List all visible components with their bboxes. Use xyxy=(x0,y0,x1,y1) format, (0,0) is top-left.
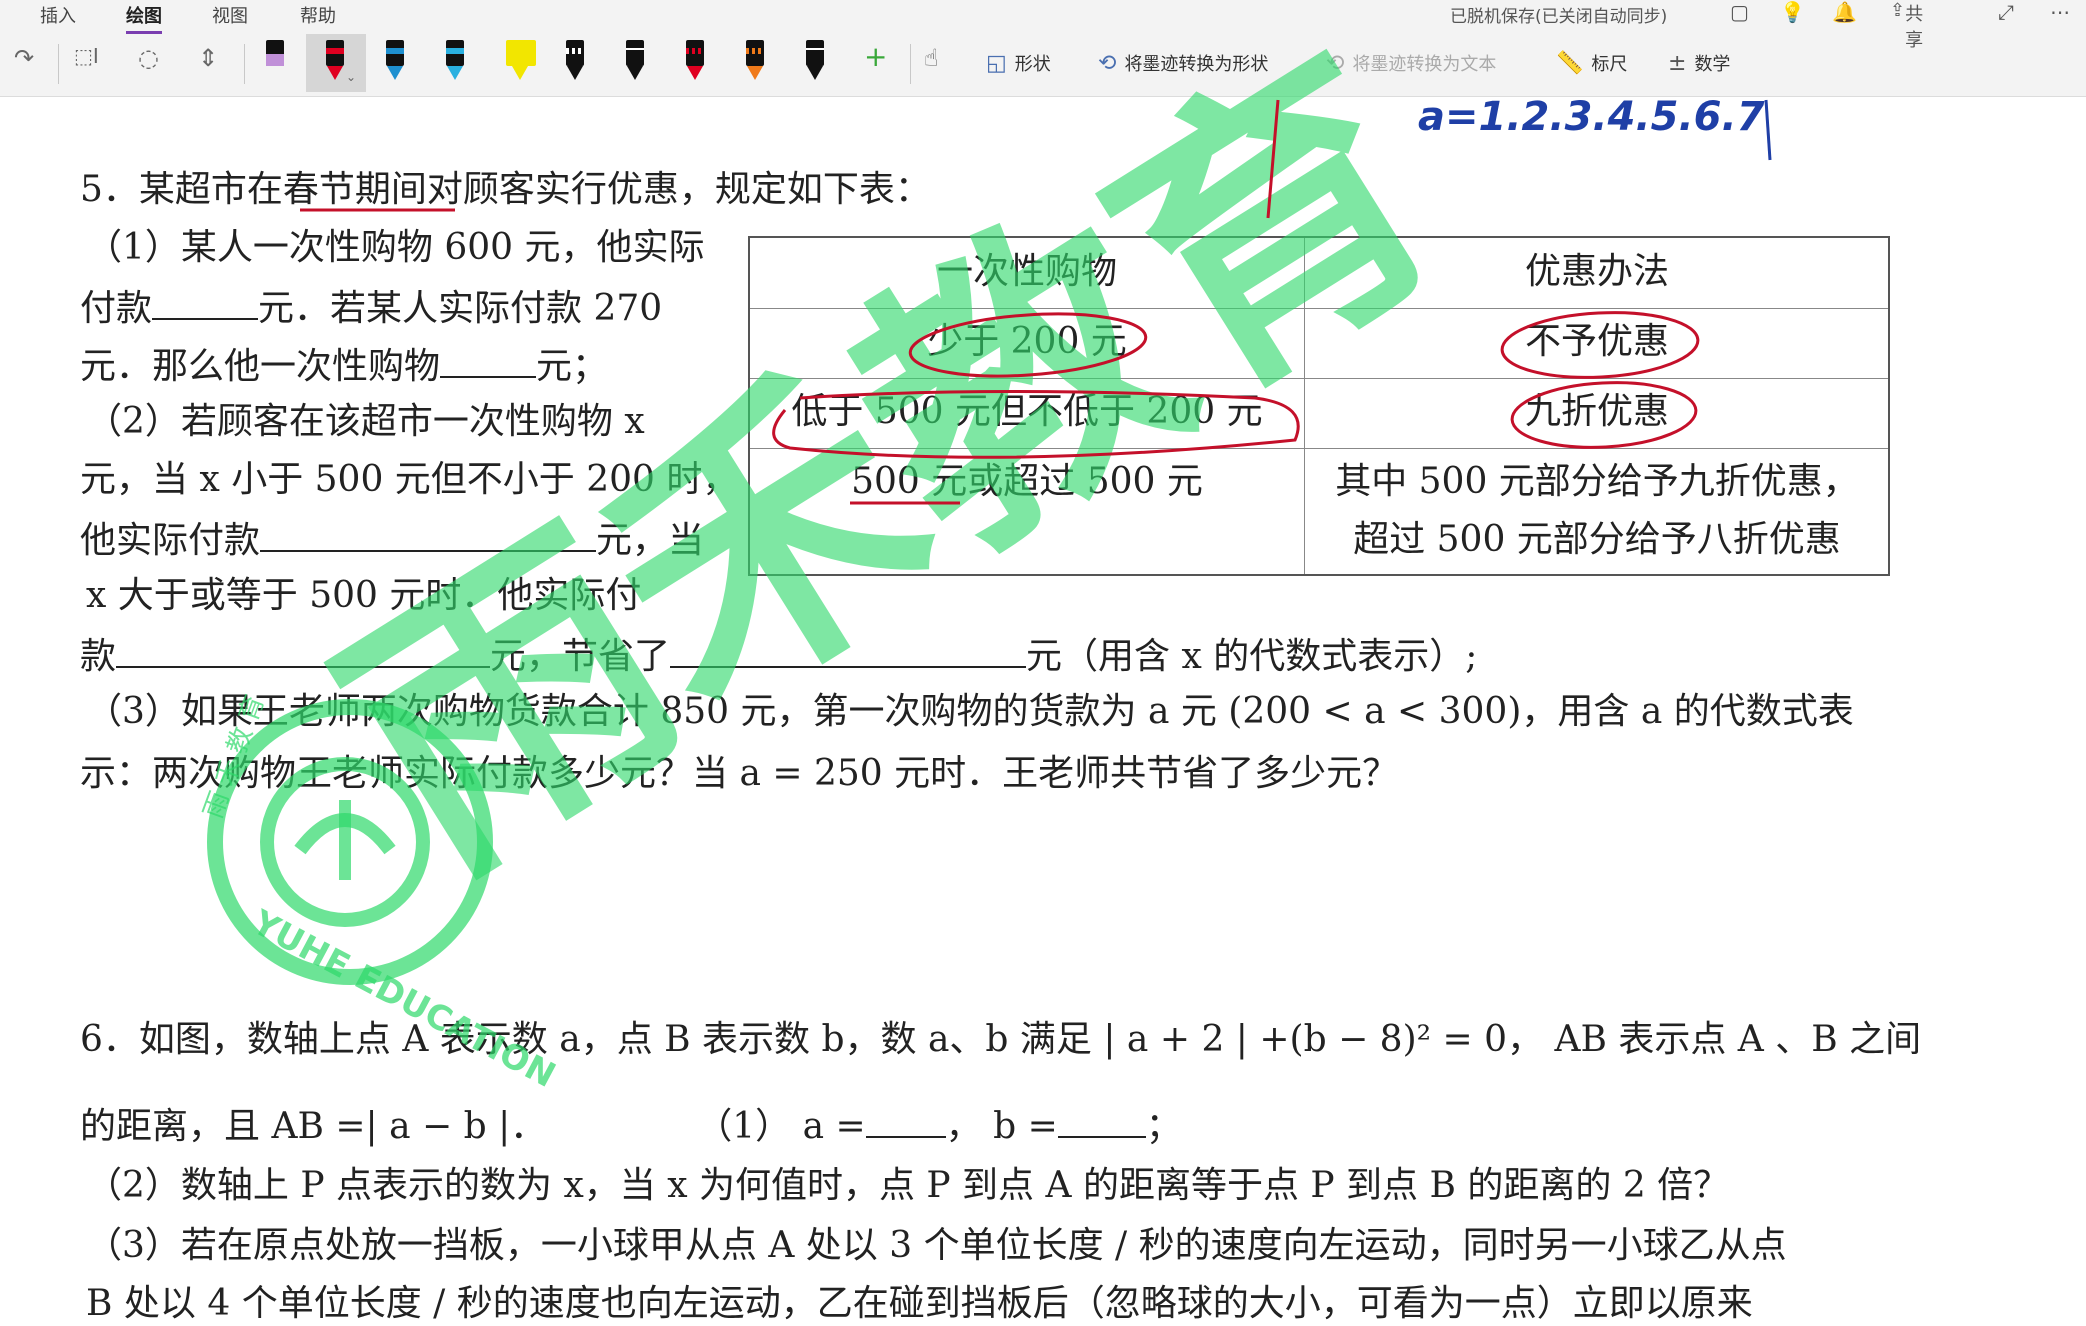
pen-purple[interactable] xyxy=(264,40,286,84)
ink-to-shape-icon: ⟲ xyxy=(1098,51,1117,76)
shapes-icon: ◱ xyxy=(986,51,1007,76)
q6-line2: 的距离，且 AB =| a − b |． （1） a =， b =； xyxy=(80,1102,1182,1149)
lightbulb-icon[interactable]: 💡 xyxy=(1780,0,1805,24)
table-cell: 超过 500 元部分给予八折优惠 xyxy=(1353,519,1841,560)
ruler-button[interactable]: 📏 标尺 xyxy=(1556,50,1627,76)
menu-help[interactable]: 帮助 xyxy=(300,2,336,28)
shapes-button[interactable]: ◱ 形状 xyxy=(986,50,1051,76)
q5-part2-line4: x 大于或等于 500 元时．他实际付 xyxy=(86,575,642,616)
table-header: 一次性购物 xyxy=(936,251,1117,292)
answer-blank[interactable] xyxy=(440,342,537,378)
q6-line5: B 处以 4 个单位长度 / 秒的速度也向左运动，乙在碰到挡板后（忽略球的大小，… xyxy=(86,1283,1753,1324)
ink-to-shape-button[interactable]: ⟲ 将墨迹转换为形状 xyxy=(1098,50,1268,76)
table-cell: 九折优惠 xyxy=(1524,391,1669,432)
add-space-icon[interactable]: ⇕ xyxy=(198,44,218,72)
notebook-icon[interactable]: ▢ xyxy=(1730,0,1749,24)
pen-red-selected[interactable] xyxy=(324,40,346,84)
table-header: 优惠办法 xyxy=(1524,251,1669,292)
shapes-label: 形状 xyxy=(1014,54,1051,75)
touch-draw-icon[interactable]: ☝ xyxy=(924,44,939,72)
lasso-text-select-icon[interactable]: ⬚I xyxy=(74,44,99,68)
separator xyxy=(244,44,245,84)
table-divider xyxy=(750,378,1888,379)
table-divider xyxy=(750,448,1888,449)
q5-part1-line1: （1）某人一次性购物 600 元，他实际 xyxy=(86,227,705,268)
answer-blank[interactable] xyxy=(1057,1102,1146,1138)
document-canvas[interactable]: 5．某超市在春节期间对顾客实行优惠，规定如下表： （1）某人一次性购物 600 … xyxy=(0,96,2086,1324)
q5-part3-line2: 示：两次购物王老师实际付款多少元？当 a = 250 元时．王老师共节省了多少元… xyxy=(80,753,1399,794)
q5-part1-line2: 付款 元．若某人实际付款 270 xyxy=(80,284,662,331)
chevron-down-icon[interactable]: ⌄ xyxy=(346,70,356,84)
table-cell: 500 元或超过 500 元 xyxy=(851,461,1203,502)
answer-blank[interactable] xyxy=(865,1102,946,1138)
q5-title: 5．某超市在春节期间对顾客实行优惠，规定如下表： xyxy=(80,169,931,210)
pen-red-pattern[interactable] xyxy=(684,40,706,84)
q5-part2-line2: 元，当 x 小于 500 元但不小于 200 时， xyxy=(80,459,739,500)
ink-to-text-icon: ⟲ xyxy=(1326,51,1345,76)
pen-orange-pattern[interactable] xyxy=(744,40,766,84)
math-button[interactable]: ± 数学 xyxy=(1668,50,1730,76)
q5-part2-line1: （2）若顾客在该超市一次性购物 x xyxy=(86,401,645,442)
q5-part3-line1: （3）如果王老师两次购物货款合计 850 元，第一次购物的货款为 a 元 (20… xyxy=(86,691,1854,732)
share-button[interactable]: ⇪ 共享 xyxy=(1890,0,1923,51)
menu-view[interactable]: 视图 xyxy=(212,2,248,28)
answer-blank[interactable] xyxy=(670,632,1027,668)
pen-light-blue[interactable] xyxy=(444,40,466,84)
lasso-select-icon[interactable]: ◌ xyxy=(138,44,159,72)
ink-to-shape-label: 将墨迹转换为形状 xyxy=(1124,54,1269,75)
table-cell: 不予优惠 xyxy=(1524,321,1669,362)
draw-toolbar: ↷ ⬚I ◌ ⇕ ⌄ + ☝ ◱ 形状 ⟲ 将墨迹转换为形状 ⟲ 将墨迹转换为文本 📏… xyxy=(0,34,2086,92)
table-cell: 低于 500 元但不低于 200 元 xyxy=(791,391,1263,432)
q5-part1-line3: 元．那么他一次性购物 元； xyxy=(80,342,608,389)
table-divider xyxy=(750,308,1888,309)
ruler-label: 标尺 xyxy=(1591,54,1628,75)
bell-icon[interactable]: 🔔 xyxy=(1832,0,1857,24)
ink-to-text-label: 将墨迹转换为文本 xyxy=(1352,54,1497,75)
expand-icon[interactable]: ⤢ xyxy=(1998,0,2014,24)
math-label: 数学 xyxy=(1694,54,1731,75)
highlighter-yellow[interactable] xyxy=(504,40,538,84)
answer-blank[interactable] xyxy=(260,516,597,552)
table-cell: 少于 200 元 xyxy=(927,321,1127,362)
ribbon: 插入 绘图 视图 帮助 已脱机保存(已关闭自动同步) ▢ 💡 🔔 ⇪ 共享 ⤢ … xyxy=(0,0,2086,97)
table-cell: 其中 500 元部分给予九折优惠， xyxy=(1335,461,1859,502)
more-icon[interactable]: ⋯ xyxy=(2050,0,2070,24)
separator xyxy=(910,44,911,84)
math-icon: ± xyxy=(1668,51,1687,76)
ink-to-text-button[interactable]: ⟲ 将墨迹转换为文本 xyxy=(1326,50,1496,76)
pen-black-2[interactable] xyxy=(804,40,826,84)
menu-insert[interactable]: 插入 xyxy=(40,2,76,28)
answer-blank[interactable] xyxy=(152,284,259,320)
menu-bar: 插入 绘图 视图 帮助 已脱机保存(已关闭自动同步) ▢ 💡 🔔 ⇪ 共享 ⤢ … xyxy=(0,0,2086,51)
menu-draw[interactable]: 绘图 xyxy=(126,2,162,34)
pen-blue[interactable] xyxy=(384,40,406,84)
separator xyxy=(58,44,59,84)
save-status: 已脱机保存(已关闭自动同步) xyxy=(1450,7,1668,27)
q6-line4: （3）若在原点处放一挡板，一小球甲从点 A 处以 3 个单位长度 / 秒的速度向… xyxy=(86,1225,1787,1266)
discount-table: 一次性购物 优惠办法 少于 200 元 不予优惠 低于 500 元但不低于 20… xyxy=(748,236,1890,576)
q5-part2-line3: 他实际付款 元，当 xyxy=(80,516,704,563)
add-pen-icon[interactable]: + xyxy=(864,40,887,73)
redo-icon[interactable]: ↷ xyxy=(14,44,34,72)
pen-black[interactable] xyxy=(624,40,646,84)
ruler-icon: 📏 xyxy=(1556,51,1584,76)
q6-line3: （2）数轴上 P 点表示的数为 x，当 x 为何值时，点 P 到点 A 的距离等… xyxy=(86,1165,1730,1206)
answer-blank[interactable] xyxy=(116,632,491,668)
pen-black-pattern[interactable] xyxy=(564,40,586,84)
q5-part2-line5: 款元，节省了 元（用含 x 的代数式表示）; xyxy=(80,632,1477,679)
q6-line1: 6．如图，数轴上点 A 表示数 a，点 B 表示数 b，数 a、b 满足 | a… xyxy=(80,1019,1922,1060)
